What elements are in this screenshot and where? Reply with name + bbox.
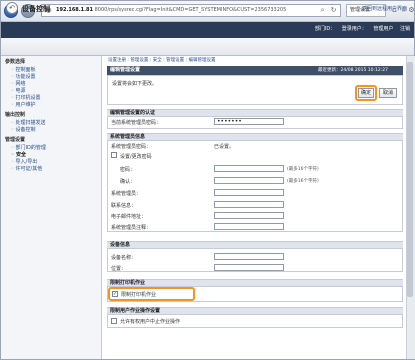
device-section-header: 设备信息: [107, 241, 403, 248]
current-password-label: 当前系统管理员密码：: [111, 120, 162, 126]
gear-icon[interactable]: ⚙: [407, 6, 415, 15]
device-name-label: 设备名称：: [111, 255, 137, 261]
address-bar[interactable]: 192.168.1.81 8000/rps/sysrec.cgi?Flag=In…: [41, 4, 341, 17]
app-header-bar: 部门ID： 登录用户： 管理用户 注销: [1, 22, 414, 38]
dept-id-label: 部门ID：: [314, 26, 336, 32]
ui-restrict-label: 允许有权用户中止作业操作: [120, 319, 181, 325]
sidebar-section-management: 管理设置: [5, 137, 26, 143]
sidebar: 参数选择 控制面板 功能设置 网络 电源 打印机设置 用户维护 输出控制 处理扫…: [1, 56, 102, 359]
restrict-print-label: 限制打印机作业: [121, 292, 157, 298]
password-input[interactable]: [214, 165, 284, 172]
sidebar-item-import-export[interactable]: 导入/导出: [11, 158, 38, 165]
confirm-input[interactable]: [214, 177, 284, 184]
sysmgr-id-input[interactable]: [214, 189, 284, 196]
sidebar-item-control-panel[interactable]: 控制面板: [11, 66, 36, 73]
confirm-label: 确认：: [120, 179, 136, 185]
scrollbar-thumb[interactable]: [407, 62, 413, 297]
sysmgr-section-header: 系统管理员信息: [107, 133, 403, 140]
sidebar-item-scan-send[interactable]: 处理扫描发送: [11, 119, 46, 126]
page-title: 设备控制: [22, 5, 50, 13]
url-host: 192.168.1.81: [56, 7, 94, 13]
current-password-input[interactable]: •••••••: [214, 118, 284, 125]
sidebar-item-functions[interactable]: 功能设置: [11, 73, 36, 80]
app-titlebar: [1, 38, 414, 56]
contact-input[interactable]: [214, 201, 284, 208]
location-input[interactable]: [214, 264, 284, 271]
contact-label: 联系信息：: [111, 203, 137, 209]
confirm-message: 设置将会如下更改。: [112, 81, 158, 87]
sidebar-section-output: 输出控制: [5, 112, 26, 118]
sysmgr-id-label: 系统管理员：: [111, 191, 142, 197]
cancel-button[interactable]: 取消: [379, 88, 397, 98]
sidebar-item-printer[interactable]: 打印机设置: [11, 94, 41, 101]
admin-user-label: 管理用户: [373, 26, 394, 32]
breadcrumb[interactable]: 设置注册 : 管理设置 : 安全 : 管理设置 : 编辑管理设置: [108, 57, 216, 63]
sidebar-item-power[interactable]: 电源: [11, 87, 26, 94]
sidebar-section-preferences: 参数选择: [5, 59, 26, 65]
email-input[interactable]: [214, 212, 284, 219]
header-user-links: 部门ID： 登录用户： 管理用户 注销: [310, 25, 410, 32]
search-icon[interactable]: ⌕: [318, 6, 327, 15]
change-password-label: 设置/更改密码: [120, 154, 152, 160]
ok-button[interactable]: 确定: [358, 88, 374, 98]
ui-section-header: 限制用户作业操作设置: [107, 307, 403, 314]
comment-input[interactable]: [214, 223, 284, 230]
location-label: 位置：: [111, 266, 127, 272]
login-user-label: 登录用户：: [341, 26, 367, 32]
sidebar-item-network[interactable]: 网络: [11, 80, 26, 87]
auth-section-header: 编辑管理设置的认证: [107, 109, 403, 116]
confirm-hint: (最多16个字符): [287, 179, 319, 184]
sidebar-item-security[interactable]: 安全: [11, 151, 26, 158]
sidebar-item-dept-id[interactable]: 部门ID的管理: [11, 144, 46, 151]
refresh-icon[interactable]: ↻: [329, 6, 338, 15]
sysmgr-password-status: 已设置。: [214, 144, 235, 150]
portal-link[interactable]: 返回到远程用户界面: [362, 5, 407, 12]
restrict-print-checkbox[interactable]: ✓: [112, 291, 118, 297]
password-label: 密码：: [120, 167, 136, 173]
password-hint: (最多16个字符): [287, 167, 319, 172]
sidebar-item-user-maintenance[interactable]: 用户维护: [11, 101, 36, 108]
email-label: 电子邮件地址：: [111, 214, 147, 220]
device-name-input[interactable]: [214, 253, 284, 260]
logout-link[interactable]: 注销: [400, 26, 410, 32]
url-path: 8000/rps/sysrec.cgi?Flag=Init&CMD=GET_SY…: [93, 7, 287, 13]
change-password-checkbox[interactable]: [111, 152, 117, 158]
last-updated: 最近更新：24/08 2015 10:12:27: [318, 68, 388, 73]
sidebar-item-device-control[interactable]: 设备控制: [11, 126, 36, 133]
back-icon[interactable]: ↶: [6, 2, 18, 14]
sidebar-item-license[interactable]: 许可证/其他: [11, 165, 43, 172]
ui-restrict-checkbox[interactable]: [111, 318, 117, 324]
comment-label: 系统管理员注释：: [111, 225, 152, 231]
restrict-section-header: 限制打印机作业: [107, 279, 403, 286]
sysmgr-password-label: 系统管理员密码：: [111, 144, 152, 150]
